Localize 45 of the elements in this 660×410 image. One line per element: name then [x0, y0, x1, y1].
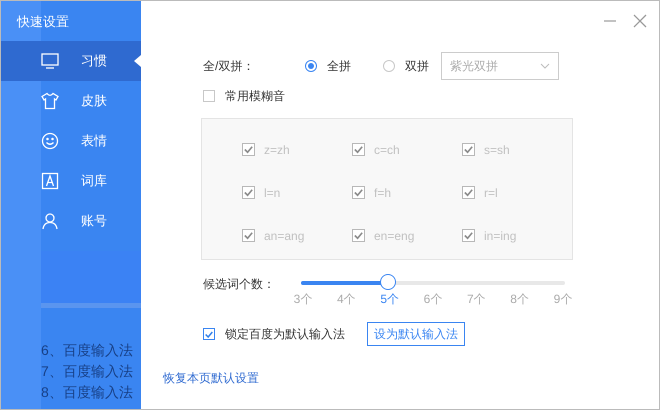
- background-text: 6、百度输入法: [41, 342, 134, 360]
- checkbox[interactable]: [242, 143, 255, 156]
- shirt-icon: [41, 92, 59, 110]
- background-text: 7、百度输入法: [41, 363, 134, 381]
- sidebar-item[interactable]: 表情: [1, 121, 141, 161]
- window-title: 快速设置: [16, 13, 70, 31]
- checkbox[interactable]: [203, 90, 215, 102]
- radio-option[interactable]: 双拼: [383, 58, 441, 74]
- fuzzy-checkbox[interactable]: 常用模糊音: [203, 87, 659, 105]
- checkbox[interactable]: [352, 229, 365, 242]
- pinyin-mode-label: 全/双拼：: [203, 58, 256, 74]
- letter-a-icon: [41, 172, 59, 190]
- checkbox[interactable]: [242, 186, 255, 199]
- restore-defaults-link[interactable]: 恢复本页默认设置: [163, 370, 259, 387]
- radio-button[interactable]: [305, 60, 317, 72]
- tick-label: 7个: [466, 291, 487, 308]
- tick-label: 4个: [336, 291, 357, 308]
- checkbox[interactable]: [352, 143, 365, 156]
- slider-thumb[interactable]: [380, 274, 396, 290]
- checkbox[interactable]: [462, 229, 475, 242]
- radio-option[interactable]: 全拼: [305, 58, 383, 74]
- radio-button[interactable]: [383, 60, 395, 72]
- checkbox[interactable]: [462, 143, 475, 156]
- smiley-icon: [41, 132, 59, 150]
- sidebar-item[interactable]: 习惯: [1, 41, 141, 81]
- tick-label: 5个: [379, 291, 400, 308]
- checkbox[interactable]: [242, 229, 255, 242]
- tick-label: 3个: [292, 291, 314, 308]
- sidebar-item[interactable]: 账号: [1, 201, 141, 241]
- set-default-button[interactable]: 设为默认输入法: [367, 322, 465, 346]
- tick-label: 6个: [422, 291, 444, 308]
- lock-default-checkbox[interactable]: 锁定百度为默认输入法: [203, 326, 367, 342]
- chevron-down-icon: [540, 63, 550, 69]
- monitor-icon: [41, 52, 59, 70]
- checkbox[interactable]: [352, 186, 365, 199]
- close-icon[interactable]: [633, 14, 647, 28]
- background-text: 8、百度输入法: [41, 384, 134, 402]
- person-icon: [41, 212, 59, 230]
- sidebar-item[interactable]: 词库: [1, 161, 141, 201]
- candidate-count-label: 候选词个数：: [203, 276, 276, 293]
- tick-label: 9个: [552, 291, 574, 308]
- checkbox[interactable]: [203, 328, 215, 340]
- checkbox[interactable]: [462, 186, 475, 199]
- tick-label: 8个: [509, 291, 530, 308]
- sidebar-item[interactable]: 皮肤: [1, 81, 141, 121]
